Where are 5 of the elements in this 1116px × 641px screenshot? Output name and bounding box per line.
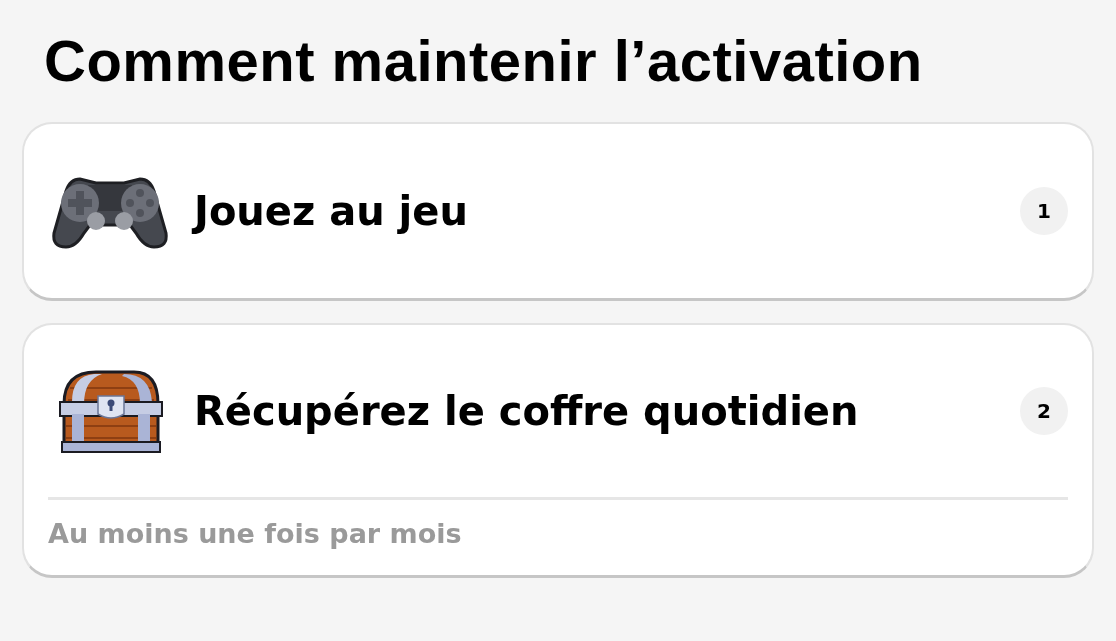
page-title: Comment maintenir l’activation: [44, 27, 924, 95]
step-number-badge: 1: [1020, 187, 1068, 235]
step-number-badge: 2: [1020, 387, 1068, 435]
step-note: Au moins une fois par mois: [48, 517, 463, 551]
step-label: Récupérez le coffre quotidien: [194, 388, 860, 434]
